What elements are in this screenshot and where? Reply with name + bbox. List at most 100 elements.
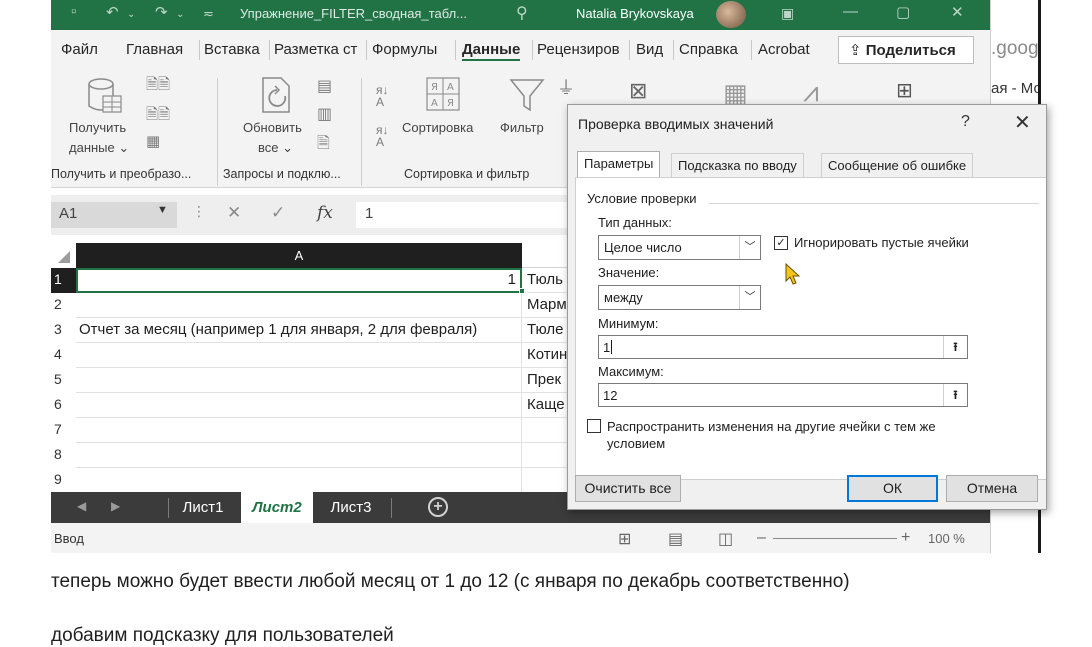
row-header[interactable]: 4	[51, 343, 76, 368]
dialog-close-button[interactable]: ✕	[1014, 110, 1031, 135]
data-validation-icon[interactable]: ⊠	[629, 78, 647, 104]
clear-filter-icon[interactable]: ⏚	[557, 74, 575, 100]
normal-view-icon[interactable]: ⊞	[618, 529, 631, 549]
row-header[interactable]: 9	[51, 468, 76, 493]
user-avatar[interactable]	[716, 1, 746, 28]
row-header[interactable]: 5	[51, 368, 76, 393]
filter-button[interactable]: Фильтр	[500, 118, 544, 138]
tab-page-layout[interactable]: Разметка ст	[274, 41, 357, 58]
tab-input-message[interactable]: Подсказка по вводу	[671, 153, 804, 178]
cell-a1[interactable]: 1	[76, 268, 522, 293]
zoom-slider[interactable]	[773, 538, 897, 539]
page-layout-view-icon[interactable]: ▤	[668, 529, 683, 549]
cancel-entry-icon[interactable]: ✕	[227, 203, 241, 223]
tab-home[interactable]: Главная	[126, 41, 183, 58]
allow-select[interactable]: Целое число ﹀	[598, 235, 761, 260]
row-header[interactable]: 1	[51, 268, 76, 293]
zoom-in-icon[interactable]: +	[901, 529, 910, 547]
cell-a[interactable]	[76, 393, 522, 418]
row-header[interactable]: 8	[51, 443, 76, 468]
refresh-all-dropdown[interactable]: все ⌄	[258, 138, 293, 158]
cell-a[interactable]	[76, 418, 522, 443]
outline-icon[interactable]: ⊞	[896, 78, 913, 103]
from-web-icon[interactable]: 🗎🗎	[146, 104, 170, 129]
row-header[interactable]: 3	[51, 318, 76, 343]
chevron-down-icon[interactable]: ﹀	[739, 286, 760, 309]
sheet-tab-2[interactable]: Лист2	[241, 492, 313, 523]
ignore-blank-checkbox[interactable]: ✓	[774, 236, 788, 250]
undo-icon[interactable]: ↶	[106, 3, 119, 21]
tab-file[interactable]: Файл	[61, 41, 98, 58]
properties-icon[interactable]: ▥	[317, 104, 332, 124]
get-data-dropdown[interactable]: данные ⌄	[69, 138, 129, 158]
tab-settings[interactable]: Параметры	[577, 151, 661, 178]
formula-bar-options-icon[interactable]: ⋮	[192, 203, 206, 220]
column-header-a[interactable]: A	[76, 243, 522, 268]
cancel-button[interactable]: Отмена	[946, 475, 1038, 502]
tab-error-alert[interactable]: Сообщение об ошибке	[821, 153, 974, 178]
cell-a[interactable]	[76, 368, 522, 393]
browser-url-fragment[interactable]: .goog	[991, 38, 1038, 60]
queries-icon[interactable]: ▤	[317, 76, 332, 96]
tab-acrobat[interactable]: Acrobat	[758, 41, 810, 58]
clear-all-button[interactable]: Очистить все	[575, 475, 681, 502]
tab-view[interactable]: Вид	[636, 41, 663, 58]
range-select-icon[interactable]: ⭱	[943, 384, 967, 406]
sort-za-icon[interactable]: я↓ А	[376, 124, 389, 148]
ok-button[interactable]: ОК	[847, 475, 938, 502]
redo-icon[interactable]: ↷	[155, 3, 168, 21]
cell-a[interactable]: Отчет за месяц (например 1 для января, 2…	[76, 318, 522, 343]
cell-a[interactable]	[76, 443, 522, 468]
ribbon-display-icon[interactable]: ▣	[781, 5, 794, 22]
apply-to-all-label-continued[interactable]: условием	[607, 436, 665, 451]
row-header[interactable]: 7	[51, 418, 76, 443]
edit-links-icon[interactable]: 🗎	[317, 132, 330, 159]
tab-data[interactable]: Данные	[462, 41, 521, 61]
page-break-view-icon[interactable]: ◫	[718, 529, 733, 549]
save-icon[interactable]: ▫	[71, 3, 76, 20]
cell-a[interactable]	[76, 293, 522, 318]
data-select[interactable]: между ﹀	[598, 285, 761, 310]
zoom-level[interactable]: 100 %	[928, 531, 965, 546]
minimize-icon[interactable]: —	[843, 3, 858, 20]
confirm-entry-icon[interactable]: ✓	[271, 203, 285, 223]
tab-insert[interactable]: Вставка	[204, 41, 260, 58]
ignore-blank-label[interactable]: Игнорировать пустые ячейки	[794, 235, 969, 250]
sort-button[interactable]: Сортировка	[402, 118, 473, 138]
cell-a[interactable]	[76, 468, 522, 493]
maximum-input[interactable]: 12 ⭱	[598, 383, 968, 407]
name-box-dropdown-icon[interactable]: ▼	[157, 204, 168, 216]
add-sheet-icon[interactable]: +	[428, 497, 448, 517]
zoom-out-icon[interactable]: –	[757, 529, 766, 547]
sheet-tab-1[interactable]: Лист1	[171, 492, 235, 523]
fill-handle[interactable]	[519, 288, 525, 294]
tab-review[interactable]: Рецензиров	[537, 41, 620, 58]
row-header[interactable]: 6	[51, 393, 76, 418]
sheet-tab-3[interactable]: Лист3	[317, 492, 385, 523]
maximize-icon[interactable]: ▢	[896, 3, 910, 21]
minimum-input[interactable]: 1 ⭱	[598, 335, 968, 359]
sheet-next-icon[interactable]: ▶	[111, 499, 120, 513]
from-text-icon[interactable]: 🗎🗎	[146, 74, 170, 99]
apply-to-all-checkbox[interactable]	[587, 419, 601, 433]
from-table-icon[interactable]: ▦	[146, 132, 160, 150]
get-data-button[interactable]: Получить	[69, 118, 126, 138]
redo-dropdown-icon[interactable]: ⌄	[176, 9, 184, 20]
sort-az-icon[interactable]: я↓ А	[376, 84, 389, 108]
range-select-icon[interactable]: ⭱	[943, 336, 967, 358]
user-name[interactable]: Natalia Brykovskaya	[576, 6, 694, 21]
tab-formulas[interactable]: Формулы	[372, 41, 437, 58]
help-button[interactable]: ?	[961, 113, 970, 131]
select-all-corner[interactable]	[51, 243, 76, 268]
insert-function-icon[interactable]: fx	[317, 203, 333, 223]
apply-to-all-label[interactable]: Распространить изменения на другие ячейк…	[607, 419, 936, 434]
search-icon[interactable]: ⚲	[516, 3, 528, 23]
share-button[interactable]: ⇪ Поделиться	[838, 36, 974, 64]
customize-toolbar-icon[interactable]: ≂	[203, 6, 214, 22]
row-header[interactable]: 2	[51, 293, 76, 318]
cell-a[interactable]	[76, 343, 522, 368]
tab-help[interactable]: Справка	[679, 41, 738, 58]
name-box[interactable]: A1 ▼	[51, 202, 177, 228]
sheet-prev-icon[interactable]: ◀	[77, 499, 86, 513]
chevron-down-icon[interactable]: ﹀	[739, 236, 760, 259]
